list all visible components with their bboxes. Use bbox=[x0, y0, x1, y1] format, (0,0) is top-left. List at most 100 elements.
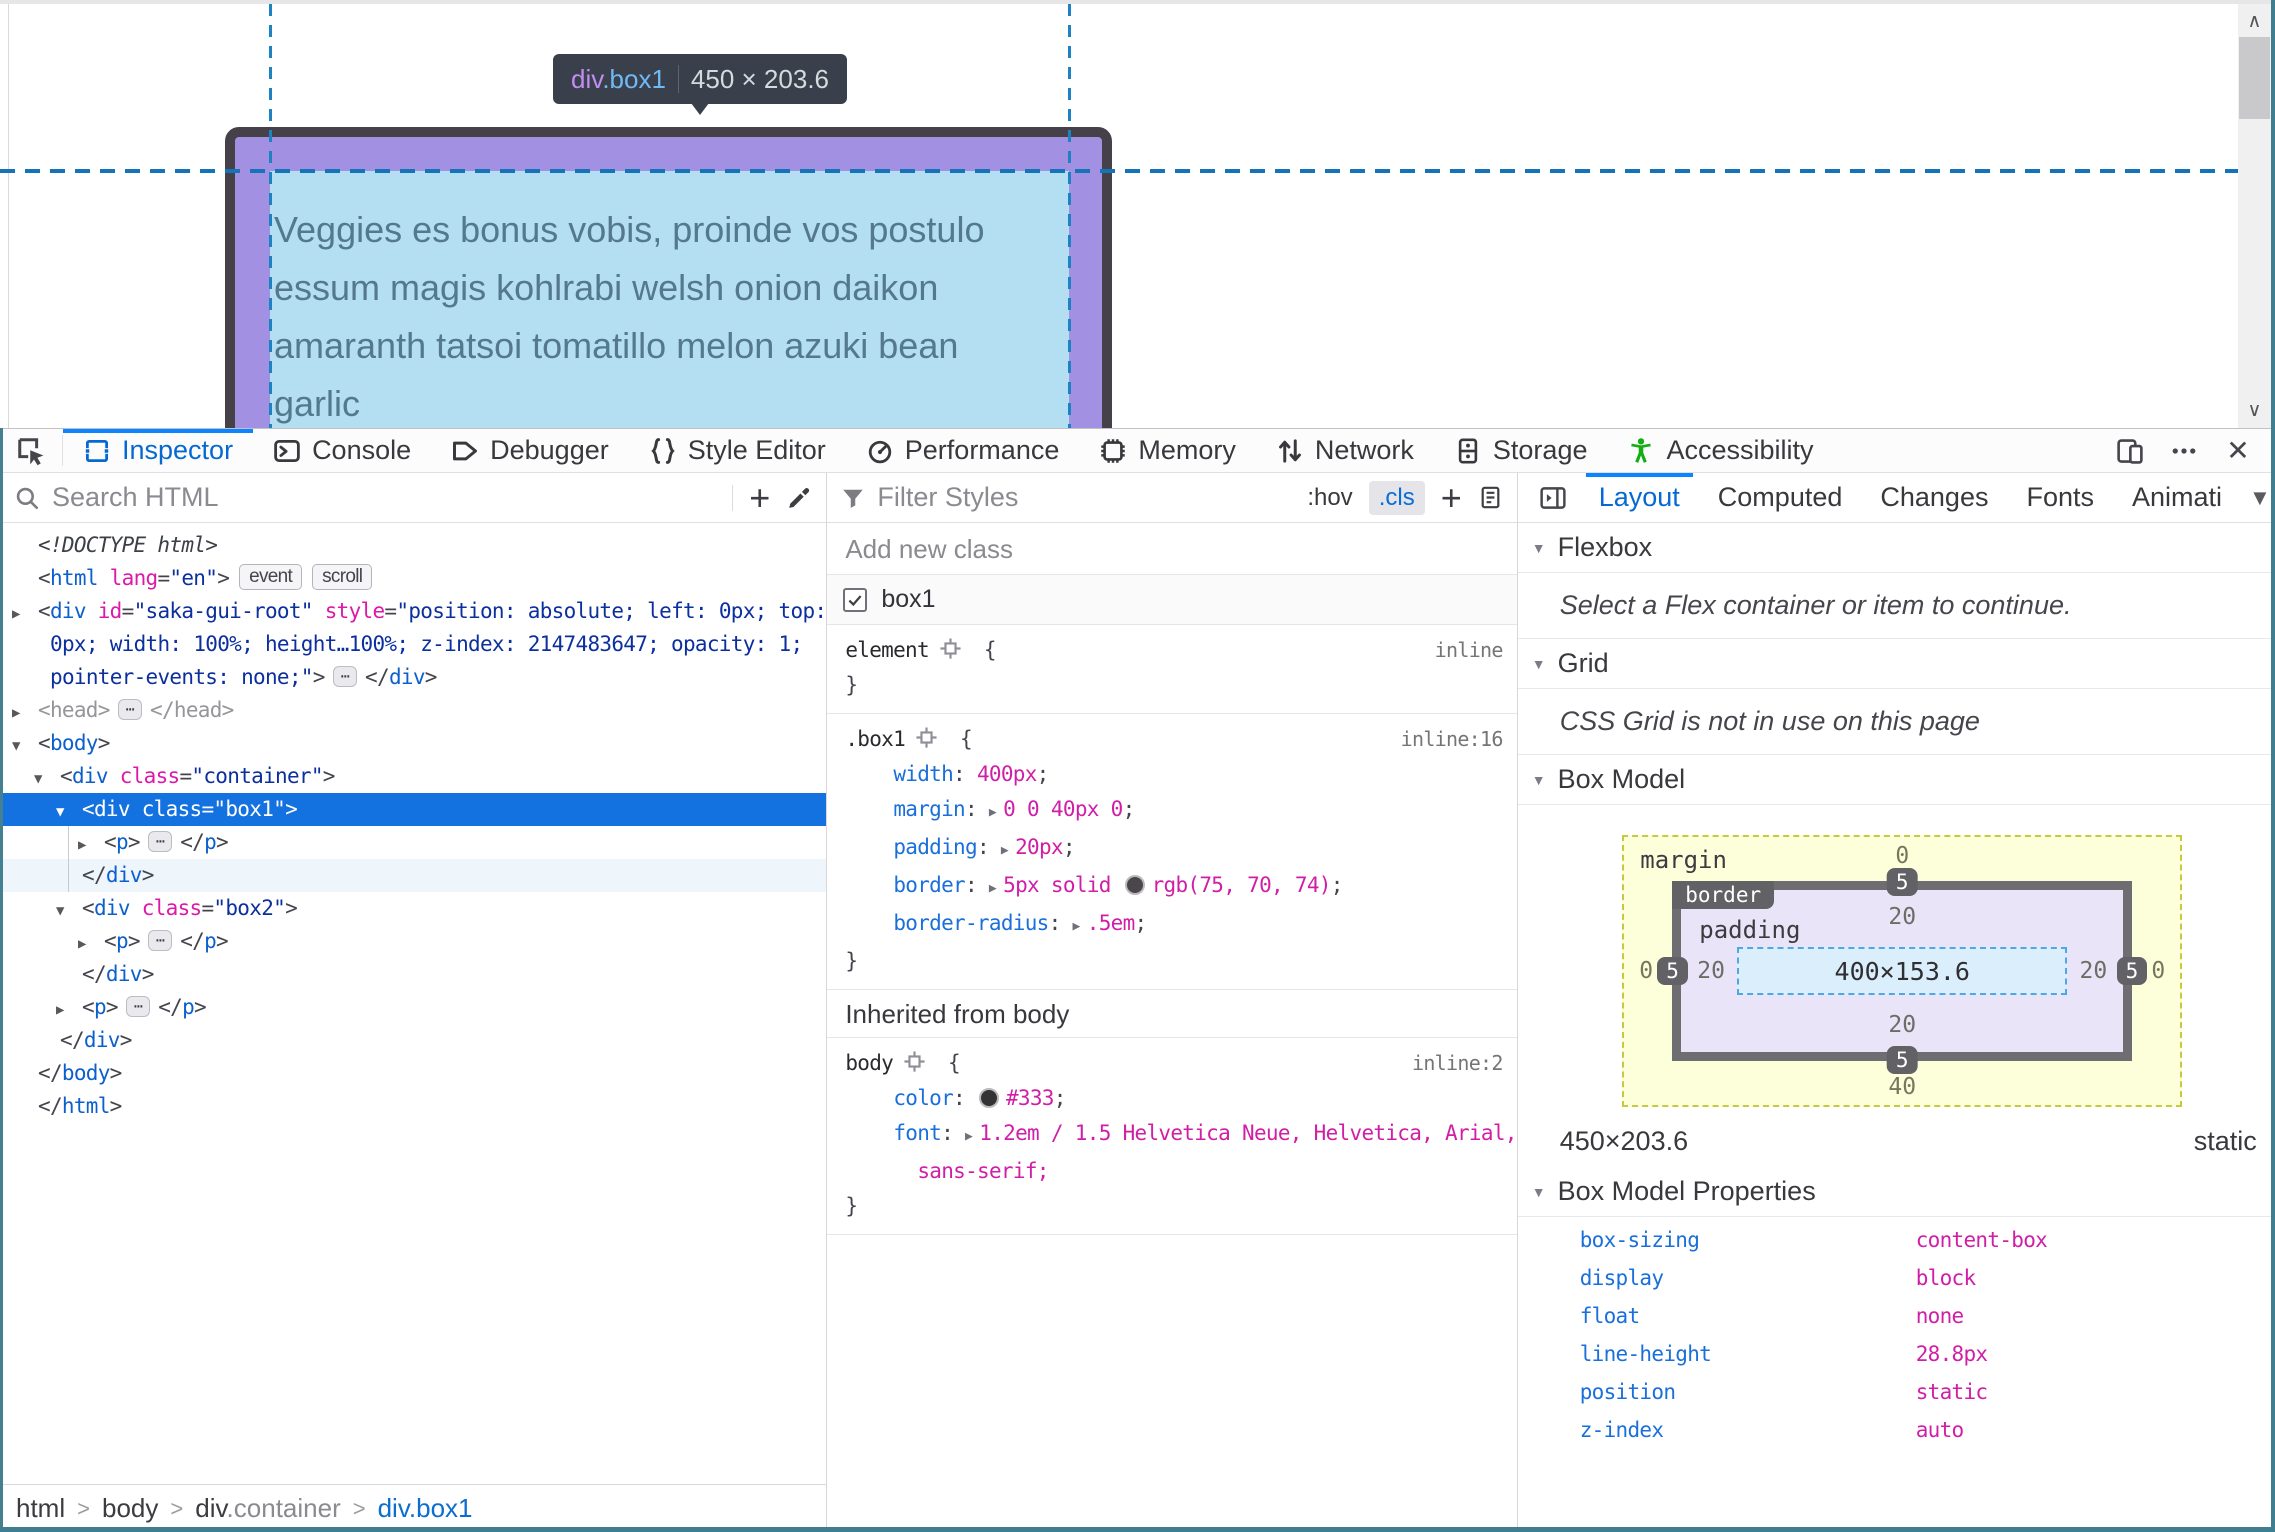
rule-selector[interactable]: body bbox=[845, 1051, 893, 1075]
highlight-selector-icon[interactable] bbox=[939, 637, 962, 660]
padding-right-value[interactable]: 20 bbox=[2080, 958, 2108, 984]
css-declaration[interactable]: border: ▶ 5px solid rgb(75, 70, 74); bbox=[827, 868, 1516, 906]
print-simulation-icon[interactable] bbox=[1478, 485, 1503, 510]
class-toggle[interactable]: .cls bbox=[1368, 480, 1425, 515]
node-picker-button[interactable] bbox=[0, 429, 62, 472]
expander-icon[interactable]: ▼ bbox=[34, 763, 60, 796]
page-scrollbar[interactable]: ∧ ∨ bbox=[2238, 4, 2271, 428]
scrollbar-thumb[interactable] bbox=[2239, 37, 2270, 119]
tab-memory[interactable]: Memory bbox=[1079, 429, 1256, 472]
box-model-section-header[interactable]: ▼ Box Model bbox=[1517, 755, 2275, 805]
markup-row[interactable]: ▶ <p> ⋯ </p> bbox=[0, 826, 826, 859]
class-checkbox[interactable] bbox=[843, 587, 868, 612]
markup-row[interactable]: ▼ <div class="container"> bbox=[0, 760, 826, 793]
dom-badge-event[interactable]: event bbox=[239, 564, 303, 590]
tabs-overflow-dropdown[interactable]: ▼ bbox=[2241, 485, 2275, 511]
scroll-down-icon[interactable]: ∨ bbox=[2238, 399, 2271, 422]
tab-inspector[interactable]: Inspector bbox=[63, 429, 254, 472]
box-model-margin[interactable]: margin 0 40 0 0 border 5 5 5 5 padding 2… bbox=[1622, 835, 2183, 1107]
border-right-value[interactable]: 5 bbox=[2116, 957, 2148, 985]
tab-accessibility[interactable]: Accessibility bbox=[1607, 429, 1833, 472]
padding-bottom-value[interactable]: 20 bbox=[1888, 1012, 1916, 1038]
css-declaration[interactable]: border-radius: ▶ .5em; bbox=[827, 906, 1516, 944]
inline-ellipsis-chip[interactable]: ⋯ bbox=[332, 666, 358, 687]
css-declaration[interactable]: padding: ▶ 20px; bbox=[827, 830, 1516, 868]
tab-performance[interactable]: Performance bbox=[846, 429, 1080, 472]
margin-right-value[interactable]: 0 bbox=[2151, 958, 2165, 984]
box-model-property-row[interactable]: display block bbox=[1518, 1259, 2275, 1297]
eyedropper-icon[interactable] bbox=[786, 485, 812, 511]
highlight-selector-icon[interactable] bbox=[915, 726, 938, 749]
expander-icon[interactable]: ▼ bbox=[12, 730, 38, 763]
close-devtools-button[interactable]: ✕ bbox=[2215, 429, 2261, 472]
box-model-property-row[interactable]: position static bbox=[1518, 1373, 2275, 1411]
inline-ellipsis-chip[interactable]: ⋯ bbox=[117, 699, 143, 720]
inline-ellipsis-chip[interactable]: ⋯ bbox=[147, 831, 173, 852]
padding-left-value[interactable]: 20 bbox=[1697, 958, 1725, 984]
responsive-design-mode-button[interactable] bbox=[2107, 429, 2153, 472]
markup-row-selected[interactable]: ▼ <div class="box1"> bbox=[0, 793, 827, 829]
scroll-up-icon[interactable]: ∧ bbox=[2238, 10, 2271, 33]
markup-row[interactable]: </html> bbox=[0, 1090, 826, 1123]
expander-icon[interactable]: ▶ bbox=[56, 994, 82, 1027]
box-model-properties-header[interactable]: ▼ Box Model Properties bbox=[1517, 1167, 2275, 1217]
box-model-property-row[interactable]: z-index auto bbox=[1518, 1411, 2275, 1449]
markup-row[interactable]: ▶ <div id="saka-gui-root" style="position… bbox=[0, 595, 826, 628]
tab-computed[interactable]: Computed bbox=[1699, 473, 1862, 522]
tab-layout[interactable]: Layout bbox=[1580, 473, 1699, 522]
markup-row[interactable]: <!DOCTYPE html> bbox=[0, 529, 826, 562]
expander-icon[interactable]: ▶ bbox=[78, 928, 104, 961]
box-model-property-row[interactable]: line-height 28.8px bbox=[1518, 1335, 2275, 1373]
expander-icon[interactable]: ▶ bbox=[78, 829, 104, 862]
box-model-content[interactable]: 400×153.6 bbox=[1737, 947, 2068, 995]
box-model-property-row[interactable]: float none bbox=[1518, 1297, 2275, 1335]
breadcrumb-item[interactable]: div.container bbox=[195, 1493, 341, 1524]
rule-selector[interactable]: .box1 bbox=[845, 727, 905, 751]
markup-row[interactable]: ▼ <body> bbox=[0, 727, 826, 760]
expander-icon[interactable]: ▼ bbox=[56, 796, 82, 829]
border-top-value[interactable]: 5 bbox=[1886, 868, 1918, 896]
markup-row[interactable]: </div> bbox=[0, 958, 826, 991]
meatball-menu-button[interactable] bbox=[2161, 429, 2207, 472]
flexbox-section-header[interactable]: ▼ Flexbox bbox=[1517, 523, 2275, 573]
markup-row[interactable]: ▶ <p> ⋯ </p> bbox=[0, 991, 826, 1024]
rules-filter-bar[interactable]: Filter Styles :hov .cls + bbox=[827, 473, 1517, 523]
css-declaration[interactable]: margin: ▶ 0 0 40px 0; bbox=[827, 792, 1516, 830]
markup-row[interactable]: </body> bbox=[0, 1057, 826, 1090]
markup-row[interactable]: ▼ <div class="box2"> bbox=[0, 892, 826, 925]
markup-row[interactable]: pointer-events: none;"> ⋯ </div> bbox=[0, 661, 826, 694]
css-declaration[interactable]: font: ▶ 1.2em / 1.5 Helvetica Neue, Helv… bbox=[827, 1116, 1516, 1154]
inline-ellipsis-chip[interactable]: ⋯ bbox=[125, 996, 151, 1017]
class-checkbox-row[interactable]: box1 bbox=[827, 575, 1517, 625]
tab-style-editor[interactable]: Style Editor bbox=[629, 429, 846, 472]
margin-bottom-value[interactable]: 40 bbox=[1888, 1074, 1916, 1100]
rule-source-link[interactable]: inline bbox=[1435, 633, 1504, 668]
color-swatch[interactable] bbox=[978, 1088, 999, 1108]
expander-icon[interactable]: ▶ bbox=[12, 598, 38, 631]
border-left-value[interactable]: 5 bbox=[1657, 957, 1688, 985]
tab-fonts[interactable]: Fonts bbox=[2007, 473, 2113, 522]
markup-row[interactable]: <html lang="en"> event scroll bbox=[0, 562, 826, 595]
markup-row[interactable]: 0px; width: 100%; height…100%; z-index: … bbox=[0, 628, 826, 661]
css-declaration[interactable]: width: 400px; bbox=[827, 757, 1516, 792]
rule-source-link[interactable]: inline:16 bbox=[1401, 722, 1504, 757]
rule-source-link[interactable]: inline:2 bbox=[1412, 1046, 1503, 1081]
breadcrumb-item[interactable]: div.box1 bbox=[378, 1493, 473, 1524]
markup-row[interactable]: </div> bbox=[0, 1024, 826, 1057]
tab-changes[interactable]: Changes bbox=[1861, 473, 2007, 522]
css-declaration[interactable]: color: #333; bbox=[827, 1081, 1516, 1116]
box-model-property-row[interactable]: box-sizing content-box bbox=[1518, 1221, 2275, 1259]
add-rule-button[interactable]: + bbox=[1441, 479, 1462, 516]
tab-animations[interactable]: Animati bbox=[2113, 473, 2241, 522]
pseudo-class-toggle[interactable]: :hov bbox=[1307, 484, 1352, 512]
tab-debugger[interactable]: Debugger bbox=[431, 429, 629, 472]
grid-section-header[interactable]: ▼ Grid bbox=[1517, 639, 2275, 689]
highlight-selector-icon[interactable] bbox=[903, 1050, 926, 1073]
padding-top-value[interactable]: 20 bbox=[1888, 904, 1916, 930]
markup-row[interactable]: </div> bbox=[0, 859, 827, 892]
expander-icon[interactable]: ▶ bbox=[12, 697, 38, 730]
markup-search-bar[interactable]: Search HTML + bbox=[0, 473, 827, 523]
color-swatch[interactable] bbox=[1124, 875, 1145, 895]
inline-ellipsis-chip[interactable]: ⋯ bbox=[147, 930, 173, 951]
sidebar-toggle-button[interactable] bbox=[1526, 473, 1580, 522]
